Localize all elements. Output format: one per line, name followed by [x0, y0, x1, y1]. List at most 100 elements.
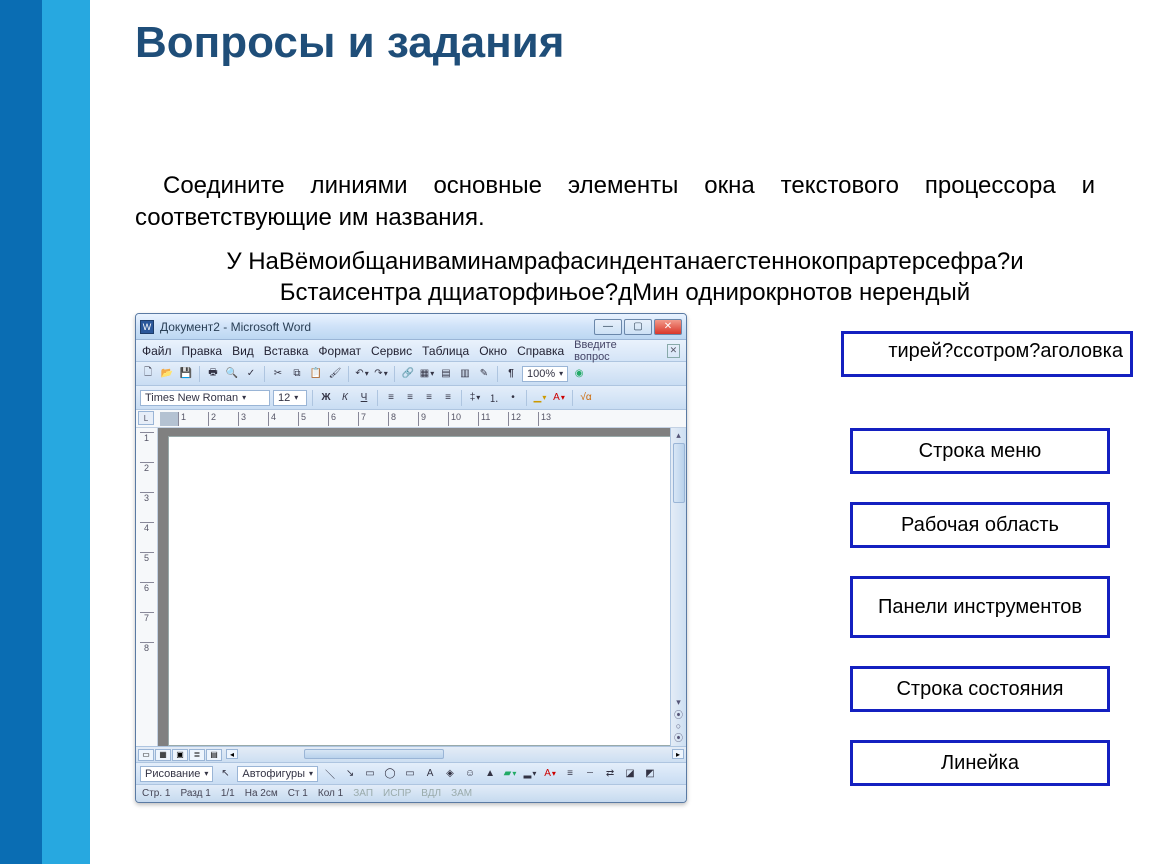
columns-icon[interactable]: ▥	[457, 366, 473, 382]
drawing-icon[interactable]: ✎	[476, 366, 492, 382]
line-spacing-icon[interactable]: ‡	[467, 390, 483, 406]
cut-icon[interactable]: ✂	[270, 366, 286, 382]
paste-icon[interactable]: 📋	[308, 366, 324, 382]
scroll-right-icon[interactable]: ▸	[672, 749, 684, 759]
menu-format[interactable]: Формат	[318, 344, 361, 358]
menu-tools[interactable]: Сервис	[371, 344, 412, 358]
window-titlebar[interactable]: W Документ2 - Microsoft Word — ▢ ✕	[136, 314, 686, 340]
normal-view-icon[interactable]: ▭	[138, 749, 154, 761]
close-button[interactable]: ✕	[654, 319, 682, 335]
italic-icon[interactable]: К	[337, 390, 353, 406]
font-color-draw-icon[interactable]: A	[542, 766, 558, 782]
formatting-toolbar[interactable]: Times New Roman 12 Ж К Ч ≡ ≡ ≡ ≡ ‡ ⒈ • ▁…	[136, 386, 686, 410]
underline-icon[interactable]: Ч	[356, 390, 372, 406]
drawing-toolbar[interactable]: Рисование ↖ Автофигуры ＼ ↘ ▭ ◯ ▭ A ◈ ☺ ▲…	[136, 762, 686, 784]
line-color-icon[interactable]: ▂	[522, 766, 538, 782]
outline-view-icon[interactable]: ≣	[189, 749, 205, 761]
rectangle-icon[interactable]: ▭	[362, 766, 378, 782]
web-view-icon[interactable]: ▦	[155, 749, 171, 761]
ruler-corner[interactable]: L	[138, 411, 154, 425]
drawing-menu[interactable]: Рисование	[140, 766, 213, 782]
minimize-button[interactable]: —	[594, 319, 622, 335]
answer-box-work-area[interactable]: Рабочая область	[850, 502, 1110, 548]
oval-icon[interactable]: ◯	[382, 766, 398, 782]
shadow-icon[interactable]: ◪	[622, 766, 638, 782]
view-buttons[interactable]: ▭ ▦ ▣ ≣ ▤	[136, 747, 224, 762]
menu-table[interactable]: Таблица	[422, 344, 469, 358]
answer-box-ruler[interactable]: Линейка	[850, 740, 1110, 786]
bullet-list-icon[interactable]: •	[505, 390, 521, 406]
textbox-icon[interactable]: ▭	[402, 766, 418, 782]
scroll-thumb-h[interactable]	[304, 749, 444, 759]
undo-icon[interactable]: ↶	[354, 366, 370, 382]
save-icon[interactable]: 💾	[178, 366, 194, 382]
dash-style-icon[interactable]: ┄	[582, 766, 598, 782]
highlight-icon[interactable]: ▁	[532, 390, 548, 406]
document-viewport[interactable]	[158, 428, 686, 746]
align-center-icon[interactable]: ≡	[402, 390, 418, 406]
line-icon[interactable]: ＼	[322, 766, 338, 782]
horizontal-ruler[interactable]: L 1 2 3 4 5 6 7 8 9 10 11 12 13	[136, 410, 686, 428]
work-area[interactable]: 1 2 3 4 5 6 7 8 ▴ ▾ ⦿ ○ ⦿	[136, 428, 686, 746]
select-objects-icon[interactable]: ↖	[217, 766, 233, 782]
autoshapes-menu[interactable]: Автофигуры	[237, 766, 318, 782]
reading-view-icon[interactable]: ▤	[206, 749, 222, 761]
arrow-style-icon[interactable]: ⇄	[602, 766, 618, 782]
menu-file[interactable]: Файл	[142, 344, 172, 358]
open-icon[interactable]: 📂	[159, 366, 175, 382]
vertical-scrollbar[interactable]: ▴ ▾ ⦿ ○ ⦿	[670, 428, 686, 746]
format-painter-icon[interactable]: 🖌	[327, 366, 343, 382]
standard-toolbar[interactable]: 🗋 📂 💾 🖶 🔍 ✓ ✂ ⧉ 📋 🖌 ↶ ↷ 🔗 ▦ ▤ ▥ ✎ ¶ 100%…	[136, 362, 686, 386]
equation-icon[interactable]: √α	[578, 390, 594, 406]
arrow-icon[interactable]: ↘	[342, 766, 358, 782]
menu-insert[interactable]: Вставка	[264, 344, 309, 358]
scroll-down-icon[interactable]: ▾	[676, 697, 681, 708]
prev-page-icon[interactable]: ⦿	[674, 708, 683, 721]
picture-icon[interactable]: ▲	[482, 766, 498, 782]
scroll-left-icon[interactable]: ◂	[226, 749, 238, 759]
menu-edit[interactable]: Правка	[182, 344, 223, 358]
numbered-list-icon[interactable]: ⒈	[486, 390, 502, 406]
document-page[interactable]	[168, 436, 676, 746]
spellcheck-icon[interactable]: ✓	[243, 366, 259, 382]
new-icon[interactable]: 🗋	[140, 366, 156, 382]
font-name-combo[interactable]: Times New Roman	[140, 390, 270, 406]
link-icon[interactable]: 🔗	[400, 366, 416, 382]
excel-icon[interactable]: ▤	[438, 366, 454, 382]
font-size-combo[interactable]: 12	[273, 390, 307, 406]
line-style-icon[interactable]: ≡	[562, 766, 578, 782]
diagram-icon[interactable]: ◈	[442, 766, 458, 782]
pilcrow-icon[interactable]: ¶	[503, 366, 519, 382]
help-icon[interactable]: ◉	[571, 366, 587, 382]
clipart-icon[interactable]: ☺	[462, 766, 478, 782]
align-right-icon[interactable]: ≡	[421, 390, 437, 406]
answer-box-title-bar[interactable]: тирей?ссотром?аголовка	[841, 331, 1133, 377]
next-page-icon[interactable]: ⦿	[674, 731, 683, 744]
bold-icon[interactable]: Ж	[318, 390, 334, 406]
copy-icon[interactable]: ⧉	[289, 366, 305, 382]
font-color-icon[interactable]: A	[551, 390, 567, 406]
maximize-button[interactable]: ▢	[624, 319, 652, 335]
align-justify-icon[interactable]: ≡	[440, 390, 456, 406]
browse-object-icon[interactable]: ○	[676, 721, 681, 731]
fill-color-icon[interactable]: ▰	[502, 766, 518, 782]
scroll-up-icon[interactable]: ▴	[676, 430, 681, 441]
wordart-icon[interactable]: A	[422, 766, 438, 782]
menu-bar[interactable]: Файл Правка Вид Вставка Формат Сервис Та…	[136, 340, 686, 362]
menu-view[interactable]: Вид	[232, 344, 254, 358]
scroll-thumb-v[interactable]	[673, 443, 685, 503]
preview-icon[interactable]: 🔍	[224, 366, 240, 382]
redo-icon[interactable]: ↷	[373, 366, 389, 382]
vertical-ruler[interactable]: 1 2 3 4 5 6 7 8	[136, 428, 158, 746]
align-left-icon[interactable]: ≡	[383, 390, 399, 406]
answer-box-menu-bar[interactable]: Строка меню	[850, 428, 1110, 474]
help-search[interactable]: Введите вопрос	[574, 339, 657, 363]
print-icon[interactable]: 🖶	[205, 366, 221, 382]
table-insert-icon[interactable]: ▦	[419, 366, 435, 382]
menu-help[interactable]: Справка	[517, 344, 564, 358]
3d-icon[interactable]: ◩	[642, 766, 658, 782]
answer-box-toolbars[interactable]: Панели инструментов	[850, 576, 1110, 638]
print-view-icon[interactable]: ▣	[172, 749, 188, 761]
zoom-combo[interactable]: 100%	[522, 366, 568, 382]
close-doc-icon[interactable]: ✕	[667, 344, 680, 358]
